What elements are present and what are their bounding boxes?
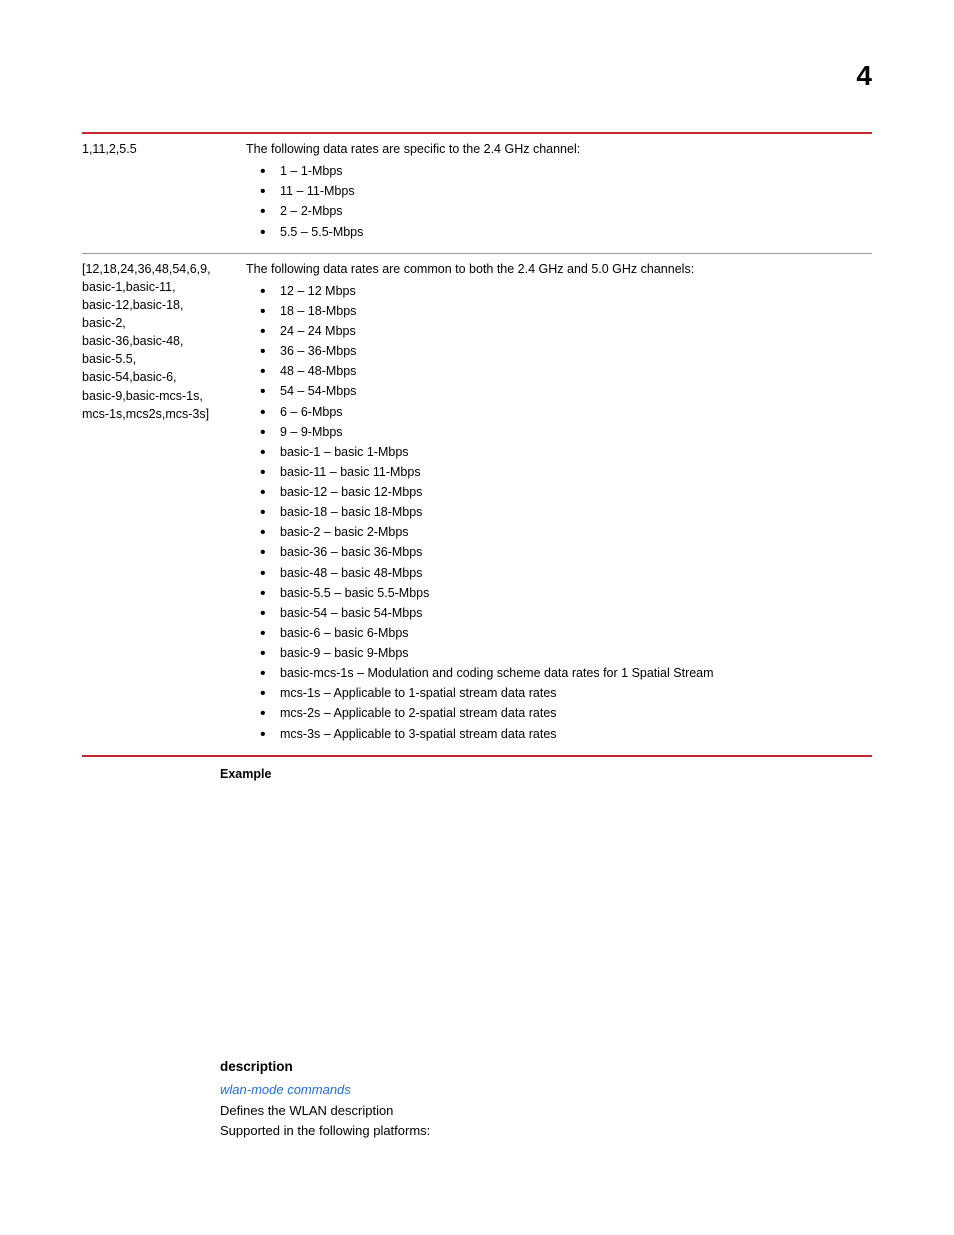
list-item: 2 – 2-Mbps xyxy=(256,202,872,220)
list-item: basic-9 – basic 9-Mbps xyxy=(256,644,872,662)
list-item: basic-11 – basic 11-Mbps xyxy=(256,463,872,481)
list-item: 1 – 1-Mbps xyxy=(256,162,872,180)
body-line-1: Defines the WLAN description xyxy=(220,1103,872,1118)
list-item: basic-18 – basic 18-Mbps xyxy=(256,503,872,521)
list-item: basic-48 – basic 48-Mbps xyxy=(256,564,872,582)
list-item: mcs-3s – Applicable to 3-spatial stream … xyxy=(256,725,872,743)
page-number: 4 xyxy=(82,60,872,92)
list-item: 48 – 48-Mbps xyxy=(256,362,872,380)
list-item: 9 – 9-Mbps xyxy=(256,423,872,441)
list-item: 24 – 24 Mbps xyxy=(256,322,872,340)
row2-right: The following data rates are common to b… xyxy=(246,260,872,745)
bottom-divider xyxy=(82,755,872,757)
list-item: 54 – 54-Mbps xyxy=(256,382,872,400)
body-line-2: Supported in the following platforms: xyxy=(220,1123,872,1138)
table-row-2: [12,18,24,36,48,54,6,9, basic-1,basic-11… xyxy=(82,254,872,755)
list-item: 11 – 11-Mbps xyxy=(256,182,872,200)
row2-list: 12 – 12 Mbps 18 – 18-Mbps 24 – 24 Mbps 3… xyxy=(246,282,872,743)
list-item: basic-2 – basic 2-Mbps xyxy=(256,523,872,541)
list-item: 36 – 36-Mbps xyxy=(256,342,872,360)
list-item: 6 – 6-Mbps xyxy=(256,403,872,421)
row1-intro: The following data rates are specific to… xyxy=(246,140,872,158)
list-item: basic-54 – basic 54-Mbps xyxy=(256,604,872,622)
list-item: mcs-2s – Applicable to 2-spatial stream … xyxy=(256,704,872,722)
row2-intro: The following data rates are common to b… xyxy=(246,260,872,278)
list-item: basic-12 – basic 12-Mbps xyxy=(256,483,872,501)
table-row-1: 1,11,2,5.5 The following data rates are … xyxy=(82,134,872,253)
list-item: 5.5 – 5.5-Mbps xyxy=(256,223,872,241)
list-item: basic-6 – basic 6-Mbps xyxy=(256,624,872,642)
example-heading: Example xyxy=(220,767,872,781)
list-item: basic-mcs-1s – Modulation and coding sch… xyxy=(256,664,872,682)
list-item: basic-5.5 – basic 5.5-Mbps xyxy=(256,584,872,602)
list-item: basic-36 – basic 36-Mbps xyxy=(256,543,872,561)
row1-right: The following data rates are specific to… xyxy=(246,140,872,243)
list-item: mcs-1s – Applicable to 1-spatial stream … xyxy=(256,684,872,702)
list-item: basic-1 – basic 1-Mbps xyxy=(256,443,872,461)
section-heading: description xyxy=(220,1059,872,1074)
row2-left: [12,18,24,36,48,54,6,9, basic-1,basic-11… xyxy=(82,260,246,745)
list-item: 12 – 12 Mbps xyxy=(256,282,872,300)
row1-left: 1,11,2,5.5 xyxy=(82,140,246,243)
wlan-mode-link[interactable]: wlan-mode commands xyxy=(220,1082,872,1097)
row1-list: 1 – 1-Mbps 11 – 11-Mbps 2 – 2-Mbps 5.5 –… xyxy=(246,162,872,241)
list-item: 18 – 18-Mbps xyxy=(256,302,872,320)
